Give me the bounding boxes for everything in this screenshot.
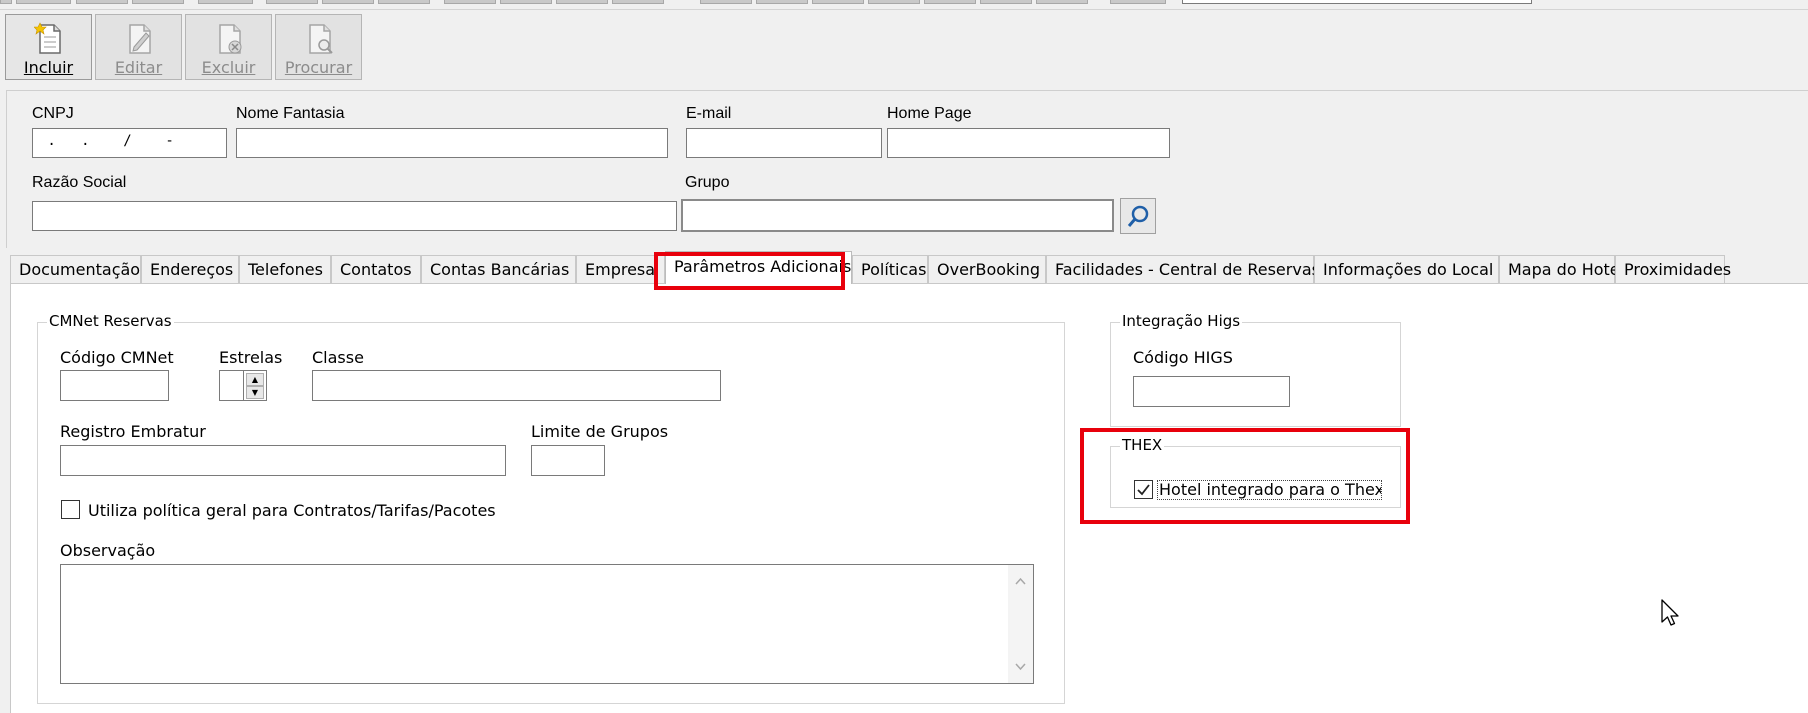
codigo-higs-label: Código HIGS xyxy=(1133,348,1233,367)
editar-label: Editar xyxy=(114,58,163,77)
strip-button[interactable] xyxy=(266,0,318,4)
email-input[interactable] xyxy=(686,128,882,158)
procurar-button[interactable]: Procurar xyxy=(275,14,362,80)
grupo-input[interactable] xyxy=(681,199,1114,232)
estrelas-label: Estrelas xyxy=(219,348,283,367)
email-label: E-mail xyxy=(686,105,732,122)
codigo-higs-input[interactable] xyxy=(1133,376,1290,407)
tab-overbooking[interactable]: OverBooking xyxy=(928,255,1046,283)
new-document-icon xyxy=(34,22,61,54)
strip-button[interactable] xyxy=(1036,0,1088,4)
highlight-thex-box xyxy=(1080,428,1410,524)
incluir-label: Incluir xyxy=(23,58,74,77)
grupo-search-button[interactable] xyxy=(1120,198,1156,234)
razao-social-label: Razão Social xyxy=(32,174,127,191)
magnifier-icon xyxy=(1127,205,1149,227)
strip-button[interactable] xyxy=(132,0,184,4)
integracao-higs-title: Integração Higs xyxy=(1120,312,1243,330)
tab-politicas[interactable]: Políticas xyxy=(852,255,928,283)
limite-grupos-input[interactable] xyxy=(531,445,605,476)
procurar-label: Procurar xyxy=(284,58,353,77)
tab-enderecos[interactable]: Endereços xyxy=(141,255,239,283)
home-page-label: Home Page xyxy=(887,105,972,122)
scroll-arrows-icon xyxy=(1015,577,1026,671)
nome-fantasia-label: Nome Fantasia xyxy=(236,105,345,122)
strip-button[interactable] xyxy=(612,0,664,4)
registro-embratur-input[interactable] xyxy=(60,445,506,476)
strip-button[interactable] xyxy=(700,0,752,4)
razao-social-input[interactable] xyxy=(32,201,677,231)
strip-button[interactable] xyxy=(556,0,608,4)
strip-button[interactable] xyxy=(1110,0,1166,4)
tab-contatos[interactable]: Contatos xyxy=(331,255,421,283)
top-search-input[interactable] xyxy=(1182,0,1532,4)
edit-document-icon xyxy=(129,24,151,54)
highlight-tab-box xyxy=(654,252,845,290)
grupo-label: Grupo xyxy=(685,174,730,191)
strip-button[interactable] xyxy=(924,0,976,4)
strip-button[interactable] xyxy=(812,0,864,4)
classe-input[interactable] xyxy=(312,370,721,401)
strip-button[interactable] xyxy=(76,0,128,4)
politica-geral-checkbox[interactable] xyxy=(61,500,80,519)
strip-button[interactable] xyxy=(980,0,1032,4)
strip-button[interactable] xyxy=(16,0,71,4)
observacao-scrollbar[interactable] xyxy=(1008,565,1033,683)
codigo-cmnet-label: Código CMNet xyxy=(60,348,174,367)
strip-button[interactable] xyxy=(322,0,374,4)
excluir-button[interactable]: Excluir xyxy=(185,14,272,80)
estrelas-spinner[interactable]: ▲ ▼ xyxy=(243,370,267,401)
classe-label: Classe xyxy=(312,348,364,367)
strip-button[interactable] xyxy=(378,0,430,4)
strip-button[interactable] xyxy=(500,0,552,4)
observacao-textarea[interactable] xyxy=(60,564,1034,684)
tab-bar: Documentação Endereços Telefones Contato… xyxy=(10,251,1808,284)
tab-informacoes-local[interactable]: Informações do Local xyxy=(1314,255,1499,283)
tab-documentacao[interactable]: Documentação xyxy=(10,255,141,283)
codigo-cmnet-input[interactable] xyxy=(60,370,169,401)
home-page-input[interactable] xyxy=(887,128,1170,158)
integracao-higs-group: Integração Higs xyxy=(1110,312,1401,427)
tab-facilidades[interactable]: Facilidades - Central de Reservas xyxy=(1046,255,1320,283)
delete-document-icon xyxy=(219,24,242,54)
strip-button[interactable] xyxy=(868,0,920,4)
tab-empresa[interactable]: Empresa xyxy=(576,255,665,283)
cnpj-label: CNPJ xyxy=(32,105,74,122)
observacao-label: Observação xyxy=(60,541,156,560)
strip-button[interactable] xyxy=(0,0,12,4)
tab-contas-bancarias[interactable]: Contas Bancárias xyxy=(421,255,576,283)
spin-down-icon[interactable]: ▼ xyxy=(246,386,264,399)
tab-mapa-hotel[interactable]: Mapa do Hotel xyxy=(1499,255,1624,283)
spin-up-icon[interactable]: ▲ xyxy=(246,373,264,386)
strip-button[interactable] xyxy=(444,0,496,4)
mouse-cursor-icon xyxy=(1661,599,1679,626)
tab-proximidades[interactable]: Proximidades xyxy=(1615,255,1731,283)
editar-button[interactable]: Editar xyxy=(95,14,182,80)
cmnet-reservas-title: CMNet Reservas xyxy=(47,312,174,330)
cnpj-input[interactable]: . . / - xyxy=(32,128,227,158)
nome-fantasia-input[interactable] xyxy=(236,128,668,158)
strip-button[interactable] xyxy=(756,0,808,4)
strip-button[interactable] xyxy=(198,0,253,4)
limite-grupos-label: Limite de Grupos xyxy=(531,422,669,441)
excluir-label: Excluir xyxy=(201,58,256,77)
registro-embratur-label: Registro Embratur xyxy=(60,422,206,441)
tab-telefones[interactable]: Telefones xyxy=(239,255,331,283)
top-toolbar-strip xyxy=(0,0,1808,10)
search-document-icon xyxy=(309,24,333,54)
politica-geral-label: Utiliza política geral para Contratos/Ta… xyxy=(88,501,496,520)
incluir-button[interactable]: Incluir xyxy=(5,14,92,80)
